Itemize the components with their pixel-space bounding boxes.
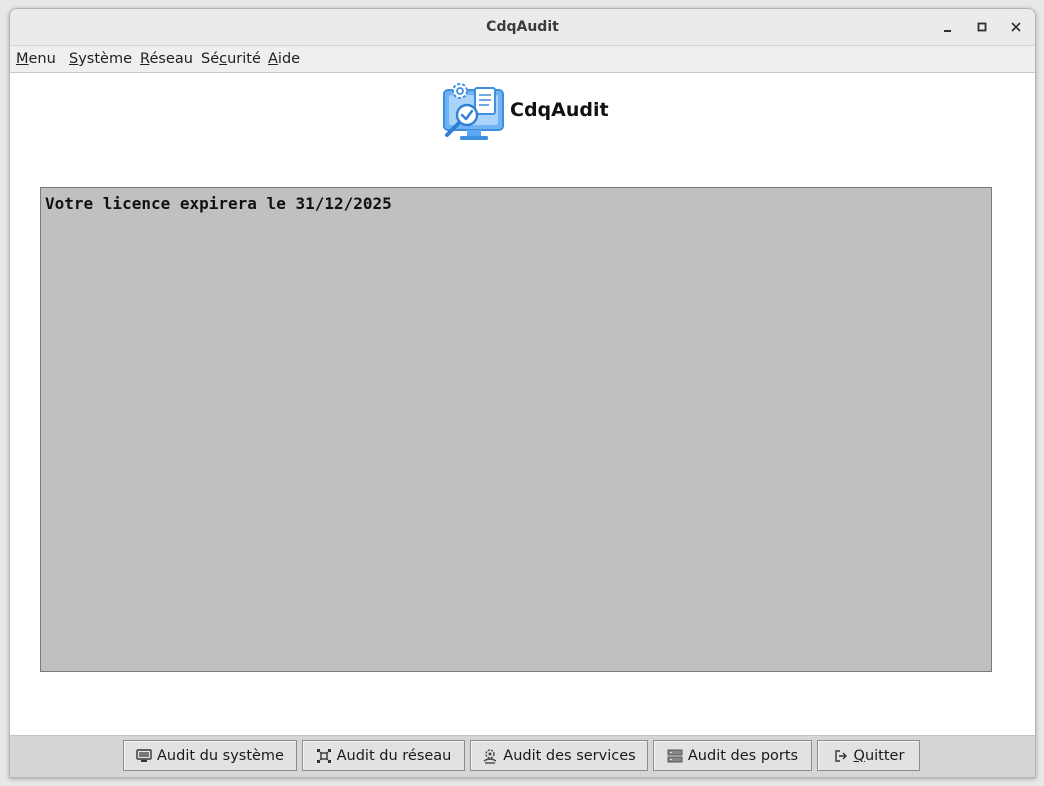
minimize-button[interactable] (937, 16, 959, 38)
button-bar: Audit du système Audit du réseau Audit d… (10, 735, 1035, 777)
menu-bar: Menu Système Réseau Sécurité Aide (10, 46, 1035, 73)
ports-icon (667, 748, 683, 764)
exit-icon (833, 748, 849, 764)
network-icon (316, 748, 332, 764)
computer-icon (136, 748, 152, 764)
menu-menu[interactable]: Menu (16, 46, 56, 72)
main-window: CdqAudit Menu Système Réseau Sécurité Ai… (9, 8, 1036, 778)
window-title: CdqAudit (486, 19, 559, 35)
menu-reseau[interactable]: Réseau (140, 46, 193, 72)
menu-systeme[interactable]: Système (69, 46, 132, 72)
minimize-icon (944, 30, 951, 32)
app-name: CdqAudit (510, 99, 609, 121)
title-bar[interactable]: CdqAudit (10, 9, 1035, 46)
close-icon (1011, 22, 1021, 32)
audit-services-button[interactable]: Audit des services (470, 740, 648, 771)
output-text-area[interactable]: Votre licence expirera le 31/12/2025 (40, 187, 992, 672)
close-button[interactable] (1005, 16, 1027, 38)
maximize-icon (977, 22, 987, 32)
services-icon (482, 748, 498, 764)
audit-network-button[interactable]: Audit du réseau (302, 740, 465, 771)
audit-system-button[interactable]: Audit du système (123, 740, 297, 771)
menu-securite[interactable]: Sécurité (201, 46, 261, 72)
main-content: CdqAudit Votre licence expirera le 31/12… (10, 73, 1035, 736)
menu-aide[interactable]: Aide (268, 46, 300, 72)
maximize-button[interactable] (971, 16, 993, 38)
quit-button[interactable]: Quitter (817, 740, 920, 771)
audit-ports-button[interactable]: Audit des ports (653, 740, 812, 771)
audit-monitor-icon (441, 80, 507, 142)
license-message: Votre licence expirera le 31/12/2025 (45, 194, 392, 213)
